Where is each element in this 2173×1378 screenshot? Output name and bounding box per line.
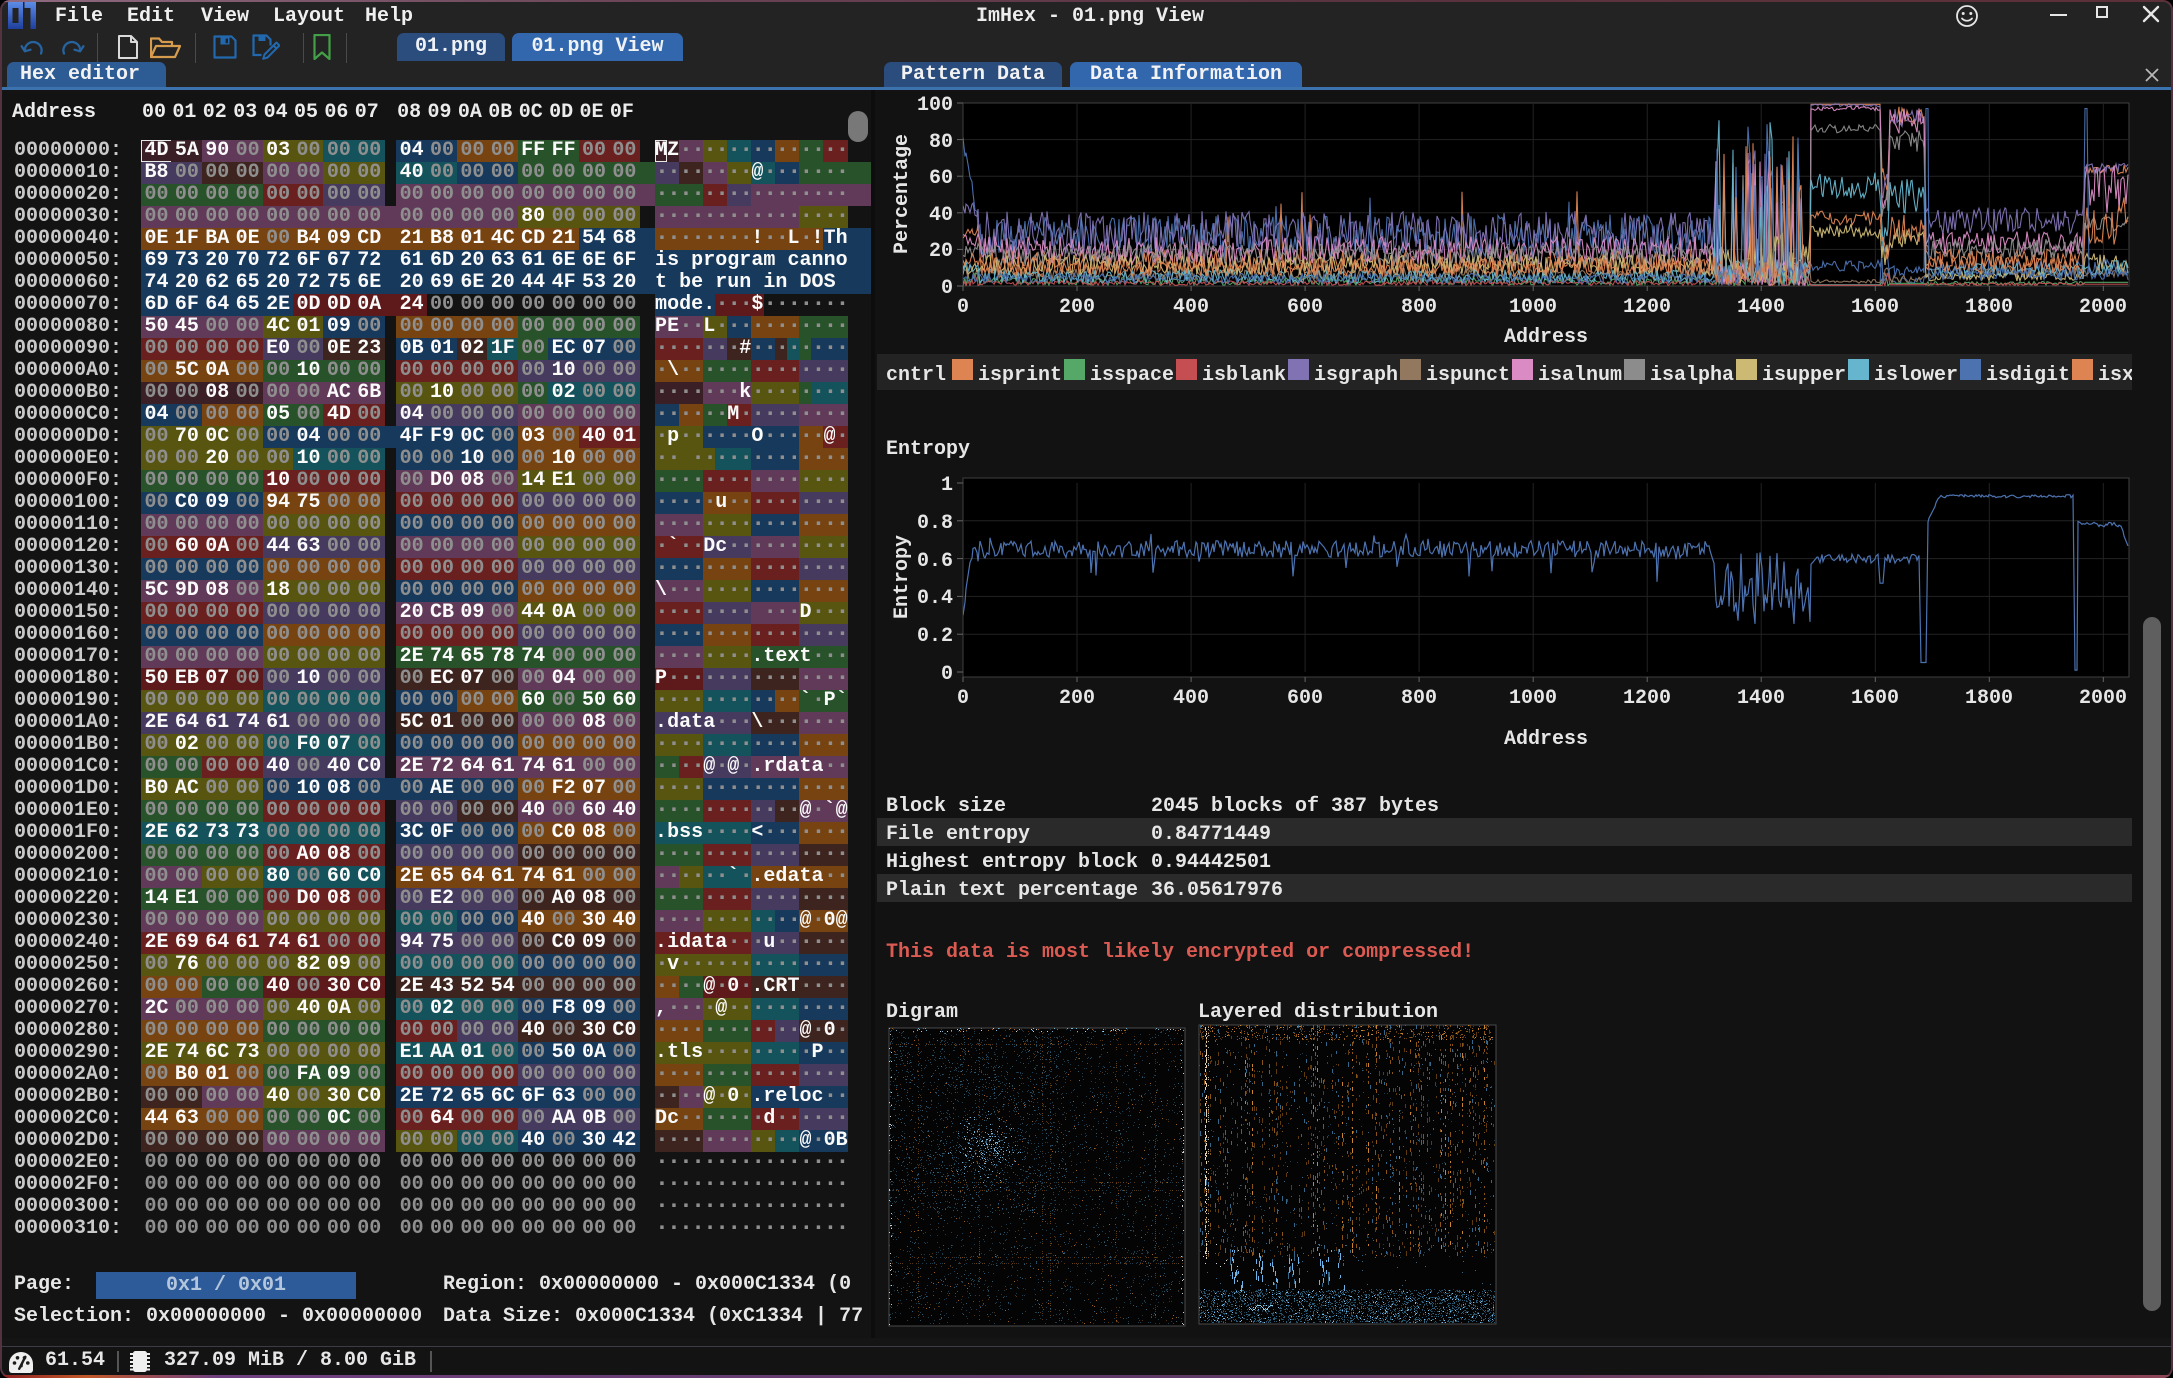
svg-text:800: 800 <box>1401 687 1437 710</box>
svg-text:0: 0 <box>957 296 969 319</box>
svg-text:islower: islower <box>1874 364 1958 387</box>
svg-text:0.6: 0.6 <box>917 550 953 573</box>
svg-text:ispunct: ispunct <box>1426 364 1510 387</box>
svg-text:1200: 1200 <box>1623 687 1671 710</box>
svg-text:0.4: 0.4 <box>917 587 953 610</box>
svg-text:isprint: isprint <box>978 364 1062 387</box>
svg-text:Digram: Digram <box>886 1001 958 1024</box>
svg-text:isblank: isblank <box>1202 364 1286 387</box>
svg-text:Entropy: Entropy <box>891 535 914 619</box>
svg-text:Highest entropy block: Highest entropy block <box>886 851 1138 874</box>
svg-text:36.05617976: 36.05617976 <box>1151 879 1283 902</box>
svg-text:1200: 1200 <box>1623 296 1671 319</box>
svg-text:isupper: isupper <box>1762 364 1846 387</box>
svg-text:200: 200 <box>1059 687 1095 710</box>
svg-text:2000: 2000 <box>2079 296 2127 319</box>
svg-text:2045 blocks of 387 bytes: 2045 blocks of 387 bytes <box>1151 795 1439 818</box>
svg-text:1000: 1000 <box>1509 687 1557 710</box>
svg-text:200: 200 <box>1059 296 1095 319</box>
svg-text:Layered distribution: Layered distribution <box>1198 1001 1438 1024</box>
svg-text:0.8: 0.8 <box>917 512 953 535</box>
svg-text:1600: 1600 <box>1851 687 1899 710</box>
svg-text:600: 600 <box>1287 296 1323 319</box>
svg-text:0.94442501: 0.94442501 <box>1151 851 1271 874</box>
svg-text:Address: Address <box>1504 326 1588 349</box>
svg-text:0.2: 0.2 <box>917 625 953 648</box>
svg-text:cntrl: cntrl <box>886 364 946 387</box>
svg-text:100: 100 <box>917 94 953 117</box>
svg-text:Address: Address <box>1504 728 1588 751</box>
svg-text:1: 1 <box>941 474 953 497</box>
svg-text:40: 40 <box>929 204 953 227</box>
svg-text:isxdigit: isxdigit <box>2098 364 2173 387</box>
svg-text:isspace: isspace <box>1090 364 1174 387</box>
svg-text:0: 0 <box>957 687 969 710</box>
svg-text:This data is most likely encry: This data is most likely encrypted or co… <box>886 941 1474 964</box>
svg-text:1400: 1400 <box>1737 687 1785 710</box>
svg-text:Percentage: Percentage <box>891 134 914 254</box>
svg-text:400: 400 <box>1173 687 1209 710</box>
svg-text:1400: 1400 <box>1737 296 1785 319</box>
svg-text:isalnum: isalnum <box>1538 364 1622 387</box>
svg-text:1800: 1800 <box>1965 296 2013 319</box>
svg-text:1000: 1000 <box>1509 296 1557 319</box>
svg-text:0: 0 <box>941 663 953 686</box>
svg-text:800: 800 <box>1401 296 1437 319</box>
svg-text:1600: 1600 <box>1851 296 1899 319</box>
svg-text:80: 80 <box>929 131 953 154</box>
svg-text:Entropy: Entropy <box>886 438 970 461</box>
svg-text:isalpha: isalpha <box>1650 364 1734 387</box>
svg-text:600: 600 <box>1287 687 1323 710</box>
svg-text:isgraph: isgraph <box>1314 364 1398 387</box>
svg-text:60: 60 <box>929 167 953 190</box>
svg-text:0: 0 <box>941 277 953 300</box>
svg-text:isdigit: isdigit <box>1986 364 2070 387</box>
svg-text:400: 400 <box>1173 296 1209 319</box>
svg-text:Plain text percentage: Plain text percentage <box>886 879 1138 902</box>
svg-text:1800: 1800 <box>1965 687 2013 710</box>
svg-text:2000: 2000 <box>2079 687 2127 710</box>
svg-text:File entropy: File entropy <box>886 823 1030 846</box>
svg-text:20: 20 <box>929 240 953 263</box>
svg-text:Block size: Block size <box>886 795 1006 818</box>
svg-text:0.84771449: 0.84771449 <box>1151 823 1271 846</box>
